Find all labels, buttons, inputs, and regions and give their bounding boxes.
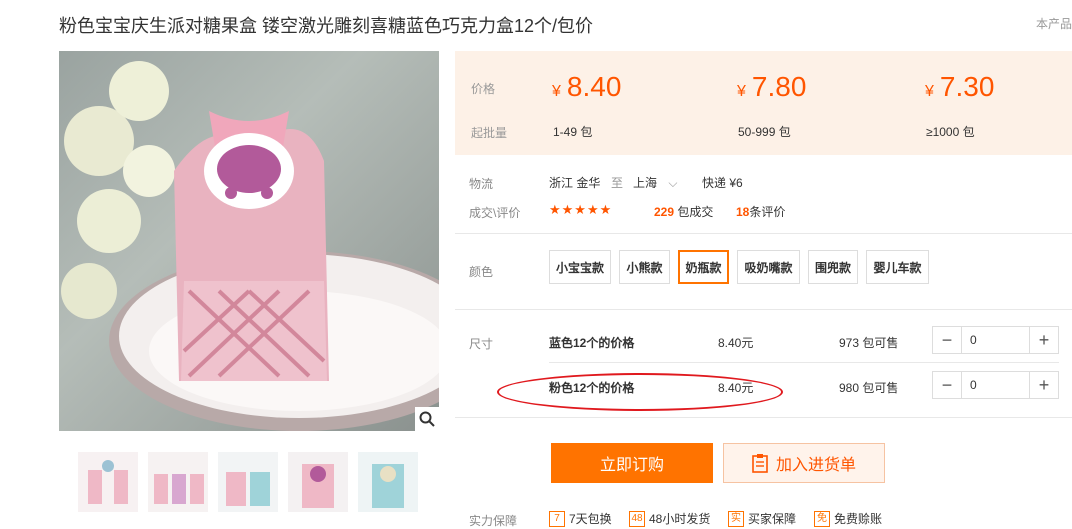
service-item-2: 48 48小时发货 <box>629 510 710 527</box>
ship-to-city: 上海 <box>633 176 658 190</box>
price-label: 价格 <box>471 82 496 96</box>
price-tier-3: ¥7.30 <box>925 71 995 102</box>
service-badge-icon: 7 <box>549 510 565 527</box>
color-option-5[interactable]: 围兜款 <box>808 250 858 284</box>
quantity-stepper-2: − 0 + <box>932 371 1059 399</box>
color-option-1[interactable]: 小宝宝款 <box>549 250 611 284</box>
color-option-6[interactable]: 婴儿车款 <box>866 250 929 284</box>
thumbnail-4[interactable] <box>288 452 348 512</box>
thumbnail-strip <box>78 452 418 512</box>
divider <box>455 309 1072 310</box>
divider <box>549 362 1059 363</box>
product-title: 粉色宝宝庆生派对糖果盒 镂空激光雕刻喜糖蓝色巧克力盒12个/包价 <box>59 16 594 36</box>
clipboard-icon <box>752 454 768 473</box>
chevron-down-icon: ⌵ <box>668 176 678 190</box>
color-label: 颜色 <box>469 265 494 279</box>
corner-text: 本产品 <box>1035 17 1072 31</box>
color-option-3-selected[interactable]: 奶瓶款 <box>678 250 729 284</box>
sku-price-1: 8.40元 <box>718 336 754 350</box>
review-count-link[interactable]: 18条评价 <box>736 203 785 220</box>
sku-stock-2: 980 包可售 <box>839 381 899 395</box>
moq-tier-3: ≥1000 包 <box>926 125 975 139</box>
thumbnail-3[interactable] <box>218 452 278 512</box>
to-word: 至 <box>611 176 624 190</box>
service-badge-icon: 48 <box>629 510 645 527</box>
shipping-fee: 快递 ¥6 <box>702 176 743 190</box>
annotation-ellipse <box>497 373 783 411</box>
price-tier-2: ¥7.80 <box>737 71 807 102</box>
buy-now-button[interactable]: 立即订购 <box>551 443 713 483</box>
size-label: 尺寸 <box>469 337 494 351</box>
deals-label: 成交\评价 <box>469 206 521 220</box>
zoom-icon[interactable] <box>415 407 439 431</box>
quantity-stepper-1: − 0 + <box>932 326 1059 354</box>
product-photo <box>61 61 439 431</box>
ship-from: 浙江 金华 <box>549 176 601 190</box>
deal-count-link[interactable]: 229 包成交 <box>654 203 713 220</box>
increment-button[interactable]: + <box>1030 372 1058 398</box>
service-item-4: 免免费赊账 <box>814 510 882 527</box>
service-badge-icon: 实 <box>728 510 744 527</box>
price-table: 价格 起批量 ¥8.40 1-49 包 ¥7.80 50-999 包 ¥7.30… <box>455 51 1072 155</box>
service-item-1: 7 7天包换 <box>549 510 612 527</box>
rating-stars: ★★★★★ <box>549 202 613 217</box>
increment-button[interactable]: + <box>1030 327 1058 353</box>
sku-stock-1: 973 包可售 <box>839 336 899 350</box>
decrement-button[interactable]: − <box>933 372 961 398</box>
price-tier-1: ¥8.40 <box>552 71 622 102</box>
divider <box>455 233 1072 234</box>
service-badge-icon: 免 <box>814 510 830 527</box>
thumbnail-5[interactable] <box>358 452 418 512</box>
divider <box>455 417 1072 418</box>
moq-tier-1: 1-49 包 <box>553 125 593 139</box>
quantity-input[interactable]: 0 <box>961 372 1030 398</box>
add-to-cart-button[interactable]: 加入进货单 <box>723 443 885 483</box>
ship-to-select[interactable]: 上海 ⌵ <box>633 174 677 191</box>
sku-name-1: 蓝色12个的价格 <box>549 336 635 350</box>
decrement-button[interactable]: − <box>933 327 961 353</box>
main-product-image[interactable] <box>59 51 439 431</box>
add-to-cart-label: 加入进货单 <box>775 457 856 474</box>
service-item-3: 实买家保障 <box>728 510 796 527</box>
logistics-label: 物流 <box>469 177 494 191</box>
thumbnail-1[interactable] <box>78 452 138 512</box>
color-option-2[interactable]: 小熊款 <box>619 250 670 284</box>
color-option-4[interactable]: 吸奶嘴款 <box>737 250 800 284</box>
quantity-input[interactable]: 0 <box>961 327 1030 353</box>
moq-label: 起批量 <box>471 126 508 140</box>
moq-tier-2: 50-999 包 <box>738 125 791 139</box>
thumbnail-2[interactable] <box>148 452 208 512</box>
